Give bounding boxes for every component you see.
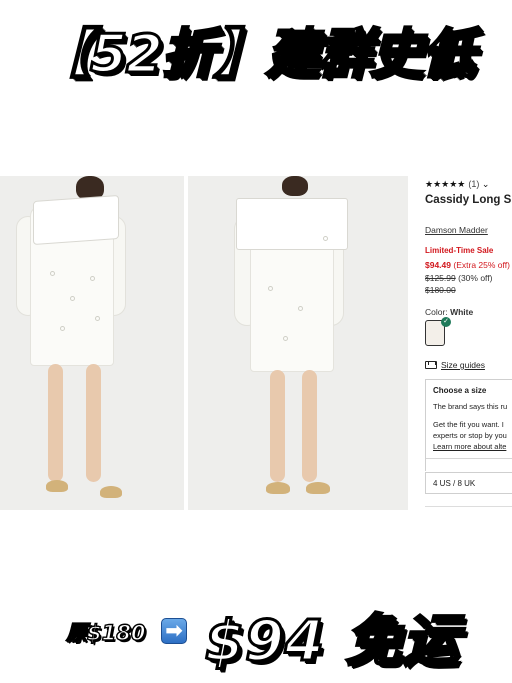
size-guides-link[interactable]: Size guides	[425, 360, 485, 370]
size-box-text: experts or stop by you	[433, 431, 507, 440]
was-price-row: $125.99 (30% off)	[425, 273, 492, 283]
was-discount: (30% off)	[458, 273, 493, 283]
original-price-row: $180.00	[425, 285, 456, 295]
extra-discount: (Extra 25% off)	[453, 260, 510, 270]
was-price: $125.99	[425, 273, 456, 283]
model-figure-front	[0, 176, 184, 510]
brand-link[interactable]: Damson Madder	[425, 225, 488, 235]
size-select[interactable]: 4 US / 8 UK	[425, 472, 512, 494]
sale-price-row: $94.49 (Extra 25% off)	[425, 260, 510, 270]
original-price: $180.00	[425, 285, 456, 295]
product-info-panel: ★★★★★(1) ⌄ Cassidy Long Sleeve Minidress…	[418, 176, 512, 510]
ruler-icon	[425, 361, 437, 369]
check-icon: ✓	[441, 317, 451, 327]
final-price-promo: $94 免运	[203, 608, 460, 676]
size-info-box: Choose a size The brand says this ru Get…	[425, 379, 512, 471]
product-screenshot: ★★★★★(1) ⌄ Cassidy Long Sleeve Minidress…	[0, 170, 512, 516]
banner-headline: 【52折】建群史低	[37, 23, 477, 87]
color-row: Color: White	[425, 307, 473, 317]
sale-price: $94.49	[425, 260, 451, 270]
color-value: White	[450, 307, 474, 317]
promo-banner: 【52折】建群史低	[0, 8, 512, 92]
product-image-back[interactable]	[188, 176, 408, 510]
deal-label: Limited-Time Sale	[425, 246, 494, 255]
product-title: Cassidy Long Sleeve Minidress	[425, 194, 512, 206]
learn-more-link[interactable]: Learn more about alte	[433, 442, 506, 451]
product-image-front[interactable]	[0, 176, 184, 510]
chevron-down-icon: ⌄	[481, 179, 490, 189]
star-rating-icon: ★★★★★	[425, 179, 466, 189]
rating[interactable]: ★★★★★ (1) ⌄	[425, 179, 489, 190]
size-guides-label: Size guides	[441, 360, 485, 370]
original-price-promo: 原$180	[65, 620, 146, 645]
divider	[426, 458, 512, 459]
divider	[425, 506, 512, 507]
color-label: Color:	[425, 307, 448, 317]
model-figure-back	[188, 176, 408, 510]
size-box-text: Get the fit you want. I	[433, 420, 504, 429]
size-box-text: The brand says this ru	[433, 402, 508, 411]
rating-count: (1)	[468, 179, 480, 189]
size-box-heading: Choose a size	[433, 386, 487, 395]
arrow-right-icon: ➡	[161, 618, 187, 644]
